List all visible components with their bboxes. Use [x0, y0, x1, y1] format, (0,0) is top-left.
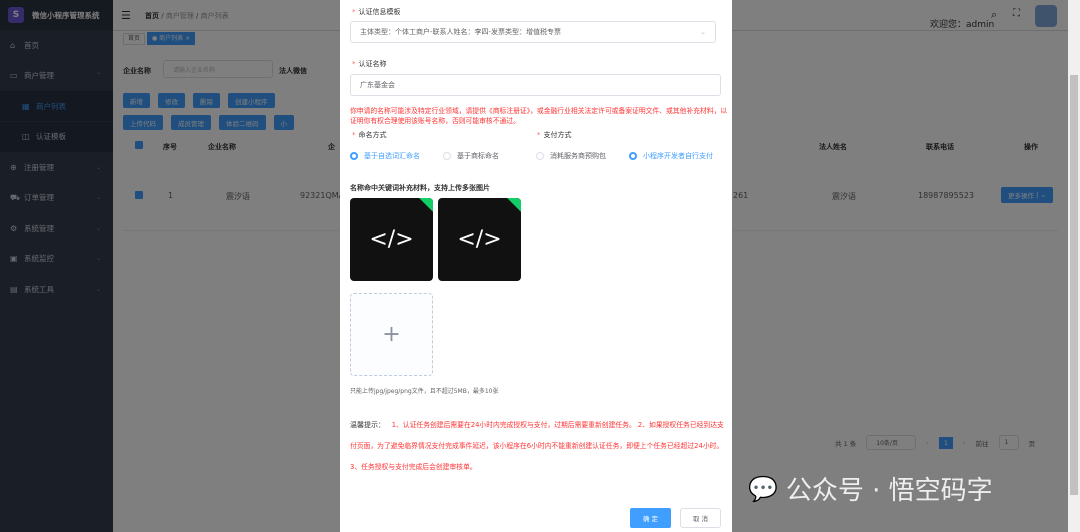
scrollbar[interactable] [1068, 0, 1080, 532]
radio-pay-self[interactable]: 小程序开发者自行支付 [629, 151, 713, 161]
tips-text: 1、认证任务创建后需要在24小时内完成授权与支付，过期后需要重新创建任务。 2、… [350, 421, 724, 471]
tips: 温馨提示： 1、认证任务创建后需要在24小时内完成授权与支付，过期后需要重新创建… [350, 415, 726, 478]
confirm-button[interactable]: 确 定 [630, 508, 671, 528]
uploaded-image[interactable]: </> [438, 198, 521, 281]
radio-naming-vocab[interactable]: 基于自选词汇命名 [350, 151, 420, 161]
wechat-icon: 💬 [748, 474, 778, 503]
chevron-down-icon: ⌄ [700, 28, 706, 36]
radio-pay-prepaid[interactable]: 消耗服务商预购包 [536, 151, 606, 161]
certification-dialog: * 认证信息模板 主体类型：个体工商户-联系人姓名：李四-发票类型：增值税专票 ⌄ … [340, 0, 732, 532]
check-icon [417, 198, 433, 214]
tips-label: 温馨提示： [350, 421, 385, 429]
uploaded-image[interactable]: </> [350, 198, 433, 281]
upload-hint: 只能上传jpg/jpeg/png文件，且不超过5MB，最多10张 [350, 388, 499, 395]
template-select[interactable]: 主体类型：个体工商户-联系人姓名：李四-发票类型：增值税专票 ⌄ [350, 21, 716, 43]
template-label: * 认证信息模板 [352, 8, 401, 16]
plus-icon: + [382, 322, 401, 347]
name-label: * 认证名称 [352, 60, 387, 68]
pay-label: * 支付方式 [537, 131, 572, 139]
code-icon: </> [457, 227, 502, 252]
check-icon [505, 198, 521, 214]
materials-label: 名称命中关键词补充材料，支持上传多张图片 [350, 184, 490, 192]
watermark-text: 公众号 · 悟空码字 [785, 476, 993, 506]
radio-naming-trademark[interactable]: 基于商标命名 [443, 151, 499, 161]
cancel-button[interactable]: 取 消 [680, 508, 721, 528]
watermark: 💬 公众号 · 悟空码字 [748, 470, 993, 507]
code-icon: </> [369, 227, 414, 252]
name-input[interactable]: 广东基金会 [350, 74, 721, 96]
upload-button[interactable]: + [350, 293, 433, 376]
name-warning: 你申请的名称可能涉及特定行业领域，请提供《商标注册证》，或金融行业相关法定许可或… [350, 107, 728, 125]
naming-label: * 命名方式 [352, 131, 387, 139]
